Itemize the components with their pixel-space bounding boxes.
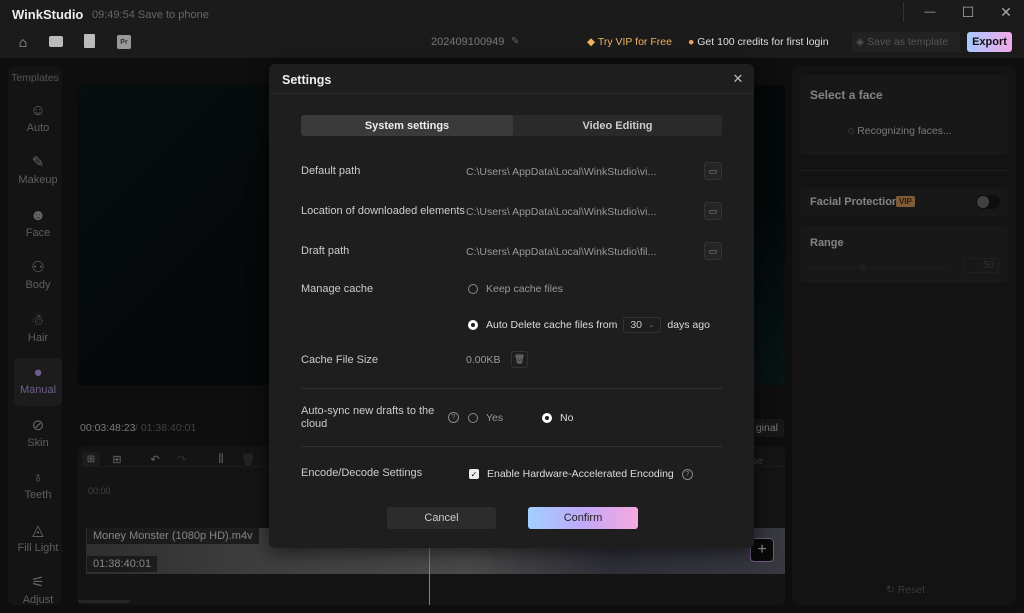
folder-icon[interactable] <box>49 36 63 47</box>
hardware-encoding-checkbox[interactable]: ✓ Enable Hardware-Accelerated Encoding? <box>469 468 693 480</box>
auto-sync-label: Auto-sync new drafts to the cloud <box>301 405 435 430</box>
settings-dialog: Settings ✕ System settings Video Editing… <box>269 64 754 548</box>
minimize-button[interactable]: — <box>920 4 940 20</box>
cache-size-label: Cache File Size <box>301 354 379 366</box>
dialog-title: Settings <box>282 73 332 87</box>
keep-cache-radio[interactable]: Keep cache files <box>468 283 563 295</box>
auto-delete-cache-radio[interactable]: Auto Delete cache files from 30 ⌄ days ag… <box>468 317 710 333</box>
project-name[interactable]: 202409100949 <box>431 36 504 48</box>
manage-cache-label: Manage cache <box>301 283 374 295</box>
save-status: 09:49:54 Save to phone <box>92 9 209 21</box>
draft-path-value: C:\Users\ AppData\Local\WinkStudio\fil..… <box>466 246 657 258</box>
downloads-path-value: C:\Users\ AppData\Local\WinkStudio\vi... <box>466 206 657 218</box>
folder-icon: ▭ <box>708 245 718 256</box>
radio-icon <box>468 284 478 295</box>
draft-path-label: Draft path <box>301 245 350 257</box>
save-template-button[interactable]: ◈ Save as template <box>852 32 960 52</box>
vip-button[interactable]: ◆ Try VIP for Free <box>587 36 672 48</box>
folder-icon: ▭ <box>708 165 718 176</box>
folder-icon: ▭ <box>708 205 718 216</box>
confirm-button[interactable]: Confirm <box>528 507 638 529</box>
radio-selected-icon <box>468 320 478 330</box>
coin-icon: ● <box>688 36 698 48</box>
default-path-value: C:\Users\ AppData\Local\WinkStudio\vi... <box>466 166 657 178</box>
template-icon: ◈ <box>856 36 867 48</box>
draft-path-folder-button[interactable]: ▭ <box>704 242 722 260</box>
encode-label: Encode/Decode Settings <box>301 467 423 479</box>
help-icon[interactable]: ? <box>681 468 693 480</box>
premiere-icon[interactable]: Pr <box>117 35 131 49</box>
sync-no-radio[interactable]: No <box>542 412 573 424</box>
radio-selected-icon <box>542 413 552 424</box>
section-divider <box>301 446 722 447</box>
default-path-folder-button[interactable]: ▭ <box>704 162 722 180</box>
help-icon[interactable]: ? <box>448 412 459 423</box>
edit-pencil-icon[interactable]: ✎ <box>511 36 519 47</box>
export-button[interactable]: Export <box>967 32 1012 52</box>
settings-tabs: System settings Video Editing <box>301 115 722 136</box>
close-window-button[interactable]: ✕ <box>996 4 1016 20</box>
radio-icon <box>468 413 478 424</box>
chevron-down-icon: ⌄ <box>648 322 655 329</box>
section-divider <box>301 388 722 389</box>
titlebar-divider <box>903 2 904 22</box>
downloads-path-label: Location of downloaded elements <box>301 205 465 217</box>
days-suffix: days ago <box>667 319 710 331</box>
maximize-button[interactable]: ☐ <box>958 4 978 20</box>
days-select[interactable]: 30 ⌄ <box>623 317 662 333</box>
new-file-icon[interactable] <box>84 34 95 48</box>
credits-button[interactable]: ● Get 100 credits for first login <box>688 36 829 48</box>
home-icon[interactable]: ⌂ <box>14 33 32 51</box>
cache-size-value: 0.00KB <box>466 354 501 366</box>
trash-icon: 🗑 <box>513 354 526 364</box>
cancel-button[interactable]: Cancel <box>387 507 496 529</box>
header-divider <box>269 93 754 94</box>
tab-system-settings[interactable]: System settings <box>301 115 513 136</box>
app-logo: WinkStudio <box>12 7 84 22</box>
sync-yes-radio[interactable]: Yes <box>468 412 503 424</box>
checkbox-checked-icon: ✓ <box>469 469 479 479</box>
tab-video-editing[interactable]: Video Editing <box>513 115 722 136</box>
diamond-icon: ◆ <box>587 36 598 48</box>
clear-cache-button[interactable]: 🗑 <box>511 351 528 368</box>
downloads-path-folder-button[interactable]: ▭ <box>704 202 722 220</box>
close-dialog-button[interactable]: ✕ <box>731 71 745 86</box>
default-path-label: Default path <box>301 165 361 177</box>
